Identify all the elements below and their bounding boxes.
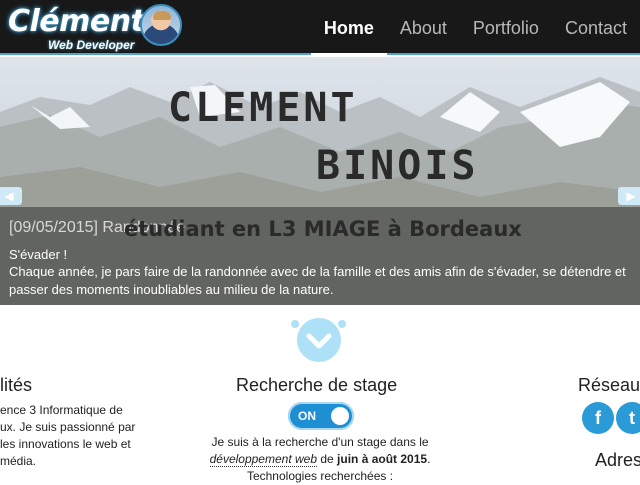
nav-item-about[interactable]: About [387,0,460,55]
address-title: Adres [595,450,640,470]
nav-item-home[interactable]: Home [310,0,387,57]
brand-name: Clément [8,4,145,39]
navbar: Clément Web Developer Home About Portfol… [0,0,640,57]
carousel-next-button[interactable]: ▶ [618,187,640,205]
internship-text: Je suis à la recherche d'un stage dans l… [209,435,431,483]
hero-title-last-name: BINOIS [316,143,479,189]
slide-text: Chaque année, je pars faire de la randon… [9,264,626,297]
hero-subtitle: étudiant en L3 MIAGE à Bordeaux [124,217,522,241]
twitter-icon[interactable]: t [616,402,640,434]
arrow-right-icon: ▶ [626,189,636,203]
brand-subtitle: Web Developer [48,38,135,52]
internship-title: Recherche de stage [236,375,398,395]
brand-logo[interactable]: Clément Web Developer [6,4,186,52]
carousel-prev-button[interactable]: ◀ [0,187,22,205]
left-column-title: lités [0,375,33,395]
toggle-knob [331,407,349,425]
slide-lead: S'évader ! [9,247,68,262]
chevron-down-icon [306,333,332,349]
hero-title-first-name: CLEMENT [168,85,358,131]
avatar [140,4,182,46]
left-column-text: ence 3 Informatique de ux. Je suis passi… [0,403,136,468]
nav-item-portfolio[interactable]: Portfolio [460,0,552,55]
facebook-icon[interactable]: f [582,402,614,434]
main-nav: Home About Portfolio Contact [310,0,640,57]
toggle-label: ON [298,409,316,423]
social-networks-title: Réseau [578,375,640,395]
nav-item-contact[interactable]: Contact [552,0,640,55]
scroll-down-button[interactable] [297,318,341,362]
hero-carousel: [09/05/2015] Randonnée étudiant en L3 MI… [0,57,640,305]
web-development-link[interactable]: développement web [209,452,318,467]
arrow-left-icon: ◀ [4,189,14,203]
internship-toggle[interactable]: ON [288,402,354,430]
